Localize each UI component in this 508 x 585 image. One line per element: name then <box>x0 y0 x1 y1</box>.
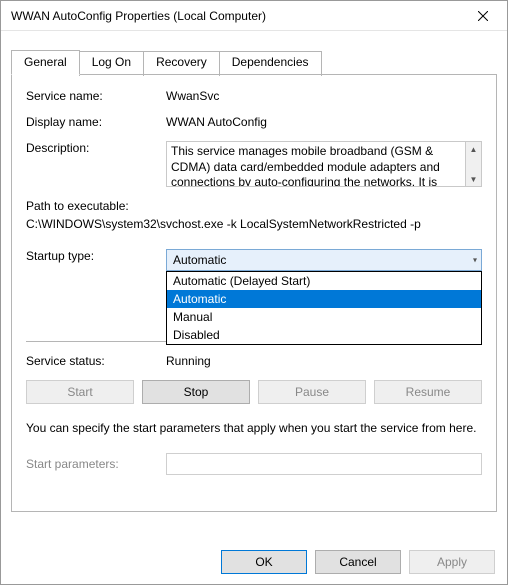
option-manual[interactable]: Manual <box>167 308 481 326</box>
cancel-button[interactable]: Cancel <box>315 550 401 574</box>
scroll-up-icon[interactable]: ▲ <box>466 142 481 156</box>
tab-logon[interactable]: Log On <box>79 51 144 76</box>
display-name-label: Display name: <box>26 115 166 129</box>
path-value: C:\WINDOWS\system32\svchost.exe -k Local… <box>26 217 482 231</box>
description-text[interactable]: This service manages mobile broadband (G… <box>166 141 466 187</box>
service-control-buttons: Start Stop Pause Resume <box>26 380 482 404</box>
service-name-label: Service name: <box>26 89 166 103</box>
tab-dependencies[interactable]: Dependencies <box>219 51 322 76</box>
stop-button[interactable]: Stop <box>142 380 250 404</box>
dialog-body: General Log On Recovery Dependencies Ser… <box>1 31 507 562</box>
path-label: Path to executable: <box>26 199 482 213</box>
tabstrip: General Log On Recovery Dependencies <box>11 49 497 74</box>
tab-general[interactable]: General <box>11 50 80 75</box>
option-automatic-delayed[interactable]: Automatic (Delayed Start) <box>167 272 481 290</box>
start-button: Start <box>26 380 134 404</box>
startup-type-selected-text: Automatic <box>173 253 226 267</box>
dialog-window: WWAN AutoConfig Properties (Local Comput… <box>0 0 508 585</box>
dialog-buttons: OK Cancel Apply <box>221 550 495 574</box>
service-name-value: WwanSvc <box>166 89 482 103</box>
close-button[interactable] <box>461 2 505 30</box>
service-status-value: Running <box>166 354 482 368</box>
service-status-label: Service status: <box>26 354 166 368</box>
display-name-value: WWAN AutoConfig <box>166 115 482 129</box>
start-params-help: You can specify the start parameters tha… <box>26 420 482 437</box>
start-params-label: Start parameters: <box>26 457 166 471</box>
ok-button[interactable]: OK <box>221 550 307 574</box>
apply-button: Apply <box>409 550 495 574</box>
pause-button: Pause <box>258 380 366 404</box>
startup-type-selected[interactable]: Automatic ▾ <box>166 249 482 271</box>
option-automatic[interactable]: Automatic <box>167 290 481 308</box>
description-scrollbar[interactable]: ▲ ▼ <box>466 141 482 187</box>
resume-button: Resume <box>374 380 482 404</box>
scroll-down-icon[interactable]: ▼ <box>466 172 481 186</box>
startup-type-label: Startup type: <box>26 249 166 271</box>
description-label: Description: <box>26 141 166 187</box>
titlebar: WWAN AutoConfig Properties (Local Comput… <box>1 1 507 31</box>
start-params-input <box>166 453 482 475</box>
tab-panel-general: Service name: WwanSvc Display name: WWAN… <box>11 74 497 512</box>
startup-type-listbox[interactable]: Automatic (Delayed Start) Automatic Manu… <box>166 271 482 345</box>
chevron-down-icon: ▾ <box>473 256 477 265</box>
window-title: WWAN AutoConfig Properties (Local Comput… <box>11 9 266 23</box>
close-icon <box>478 11 488 21</box>
option-disabled[interactable]: Disabled <box>167 326 481 344</box>
startup-type-combo[interactable]: Automatic ▾ Automatic (Delayed Start) Au… <box>166 249 482 271</box>
tab-recovery[interactable]: Recovery <box>143 51 220 76</box>
